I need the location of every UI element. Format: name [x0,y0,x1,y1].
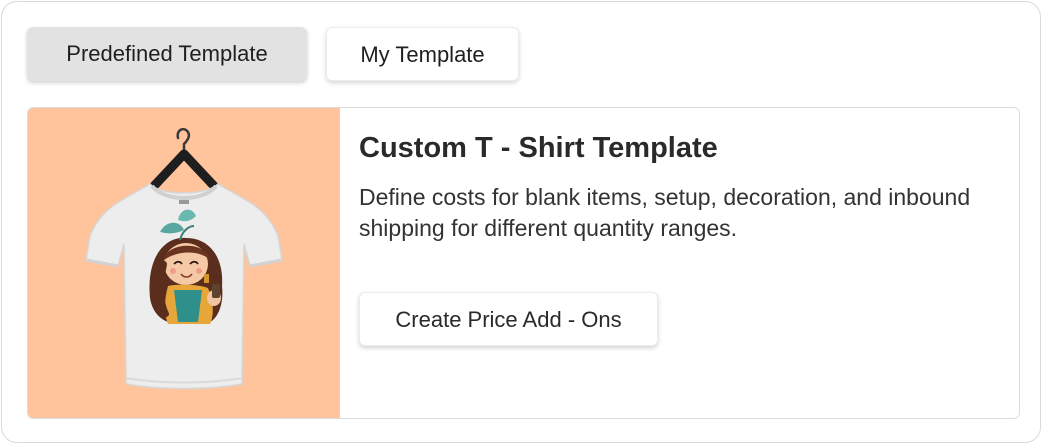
tshirt-on-hanger-illustration [85,127,283,390]
template-panel: Predefined Template My Template Custom T… [1,1,1041,443]
template-thumbnail [28,108,340,418]
template-card: Custom T - Shirt Template Define costs f… [27,107,1020,419]
template-title: Custom T - Shirt Template [359,132,718,164]
template-description: Define costs for blank items, setup, dec… [359,184,971,241]
tab-predefined-template[interactable]: Predefined Template [27,27,307,81]
template-card-body: Custom T - Shirt Template Define costs f… [359,108,1019,418]
tab-my-template[interactable]: My Template [326,27,519,81]
create-price-add-ons-button[interactable]: Create Price Add - Ons [359,292,658,346]
